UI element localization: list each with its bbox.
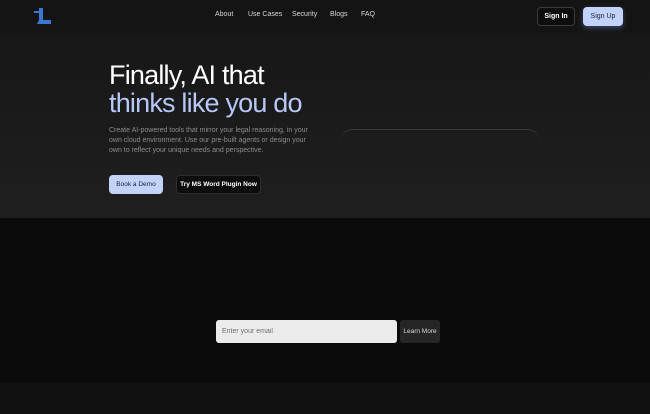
nav-link-blogs[interactable]: Blogs <box>330 11 348 18</box>
book-demo-button[interactable]: Book a Demo <box>109 175 163 194</box>
hero-section <box>0 33 650 218</box>
nav-link-use-cases[interactable]: Use Cases <box>248 11 282 18</box>
nav-link-about[interactable]: About <box>215 11 233 18</box>
learn-more-button[interactable]: Learn More <box>400 320 440 343</box>
hero-title-line-1: Finally, AI that <box>109 60 265 90</box>
nav-link-security[interactable]: Security <box>292 11 317 18</box>
hero-description: Create AI-powered tools that mirror your… <box>109 127 308 154</box>
sign-in-button[interactable]: Sign In <box>537 7 575 26</box>
nav-link-faq[interactable]: FAQ <box>361 11 375 18</box>
email-input[interactable] <box>216 320 397 343</box>
footer-strip <box>0 383 650 414</box>
logo-l-icon[interactable] <box>33 8 51 25</box>
hero-title-line-2: thinks like you do <box>109 88 303 118</box>
try-word-plugin-button[interactable]: Try MS Word Plugin Now <box>176 175 261 194</box>
sign-up-button[interactable]: Sign Up <box>583 7 623 26</box>
hero-preview-card <box>339 129 541 189</box>
